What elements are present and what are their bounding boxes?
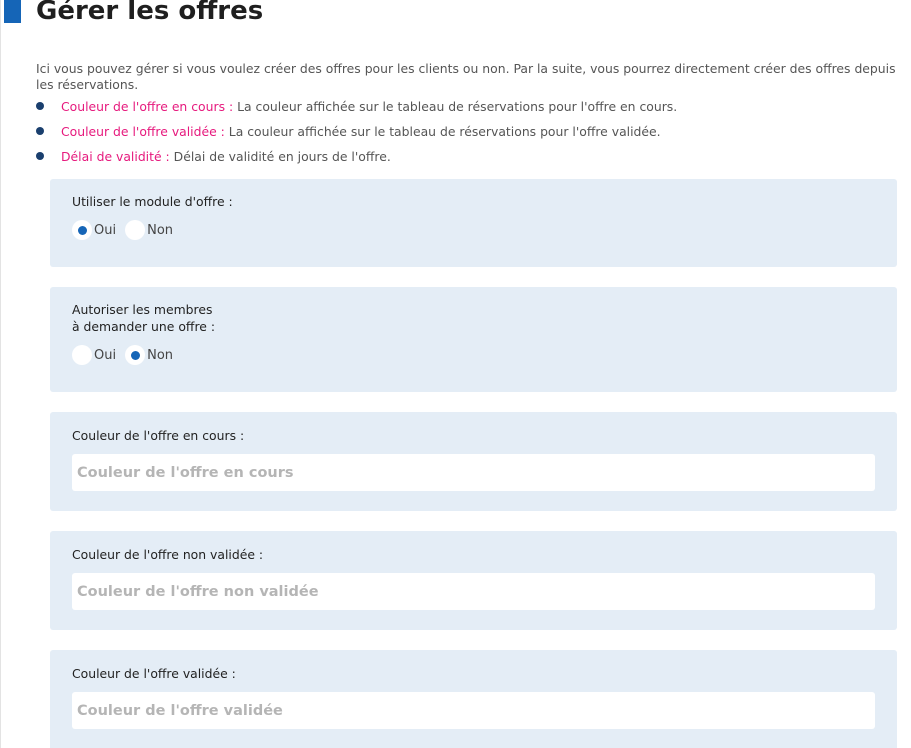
- module-offre-card: Utiliser le module d'offre : Oui Non: [50, 179, 897, 267]
- couleur-en-cours-label: Couleur de l'offre en cours :: [72, 428, 245, 443]
- page: Gérer les offres Ici vous pouvez gérer s…: [0, 0, 911, 748]
- intro-text: Ici vous pouvez gérer si vous voulez cré…: [36, 61, 896, 92]
- module-offre-radio-group: Oui Non: [72, 219, 182, 241]
- radio-label: Non: [147, 222, 174, 238]
- bullet-icon: [36, 152, 44, 160]
- radio-label: Oui: [94, 222, 117, 238]
- membres-offre-card: Autoriser les membres à demander une off…: [50, 287, 897, 392]
- left-border: [0, 0, 1, 748]
- couleur-validee-label: Couleur de l'offre validée :: [72, 666, 236, 681]
- legend-term: Couleur de l'offre en cours :: [61, 99, 234, 114]
- legend-description: La couleur affichée sur le tableau de ré…: [233, 99, 678, 114]
- radio-unchecked-icon[interactable]: [72, 345, 92, 365]
- radio-label: Non: [147, 347, 174, 363]
- couleur-non-validee-card: Couleur de l'offre non validée :: [50, 531, 897, 630]
- radio-unchecked-icon[interactable]: [125, 220, 146, 240]
- membres-offre-oui-radio[interactable]: Oui: [72, 345, 116, 365]
- couleur-en-cours-card: Couleur de l'offre en cours :: [50, 412, 897, 511]
- couleur-en-cours-input[interactable]: [72, 454, 875, 491]
- legend-term: Couleur de l'offre validée :: [61, 124, 225, 139]
- radio-checked-icon[interactable]: [125, 345, 146, 365]
- couleur-validee-card: Couleur de l'offre validée :: [50, 650, 897, 748]
- legend-description: La couleur affichée sur le tableau de ré…: [224, 124, 661, 139]
- legend-term: Délai de validité :: [61, 149, 170, 164]
- bullet-icon: [36, 102, 44, 110]
- membres-offre-radio-group: Oui Non: [72, 344, 182, 366]
- title-accent-bar: [4, 0, 21, 23]
- legend-item: Couleur de l'offre en cours : La couleur…: [36, 98, 677, 123]
- membres-offre-non-radio[interactable]: Non: [125, 345, 173, 365]
- couleur-non-validee-input[interactable]: [72, 573, 875, 610]
- legend-item: Délai de validité : Délai de validité en…: [36, 148, 677, 173]
- couleur-non-validee-label: Couleur de l'offre non validée :: [72, 547, 264, 562]
- module-offre-label: Utiliser le module d'offre :: [72, 194, 233, 209]
- module-offre-oui-radio[interactable]: Oui: [72, 220, 116, 240]
- couleur-validee-input[interactable]: [72, 692, 875, 729]
- radio-label: Oui: [94, 347, 117, 363]
- legend-description: Délai de validité en jours de l'offre.: [169, 149, 391, 164]
- legend-item: Couleur de l'offre validée : La couleur …: [36, 123, 677, 148]
- membres-offre-label: Autoriser les membres à demander une off…: [72, 302, 216, 334]
- page-title: Gérer les offres: [36, 0, 264, 26]
- bullet-icon: [36, 127, 44, 135]
- module-offre-non-radio[interactable]: Non: [125, 220, 173, 240]
- legend-list: Couleur de l'offre en cours : La couleur…: [36, 98, 677, 173]
- radio-checked-icon[interactable]: [72, 220, 92, 240]
